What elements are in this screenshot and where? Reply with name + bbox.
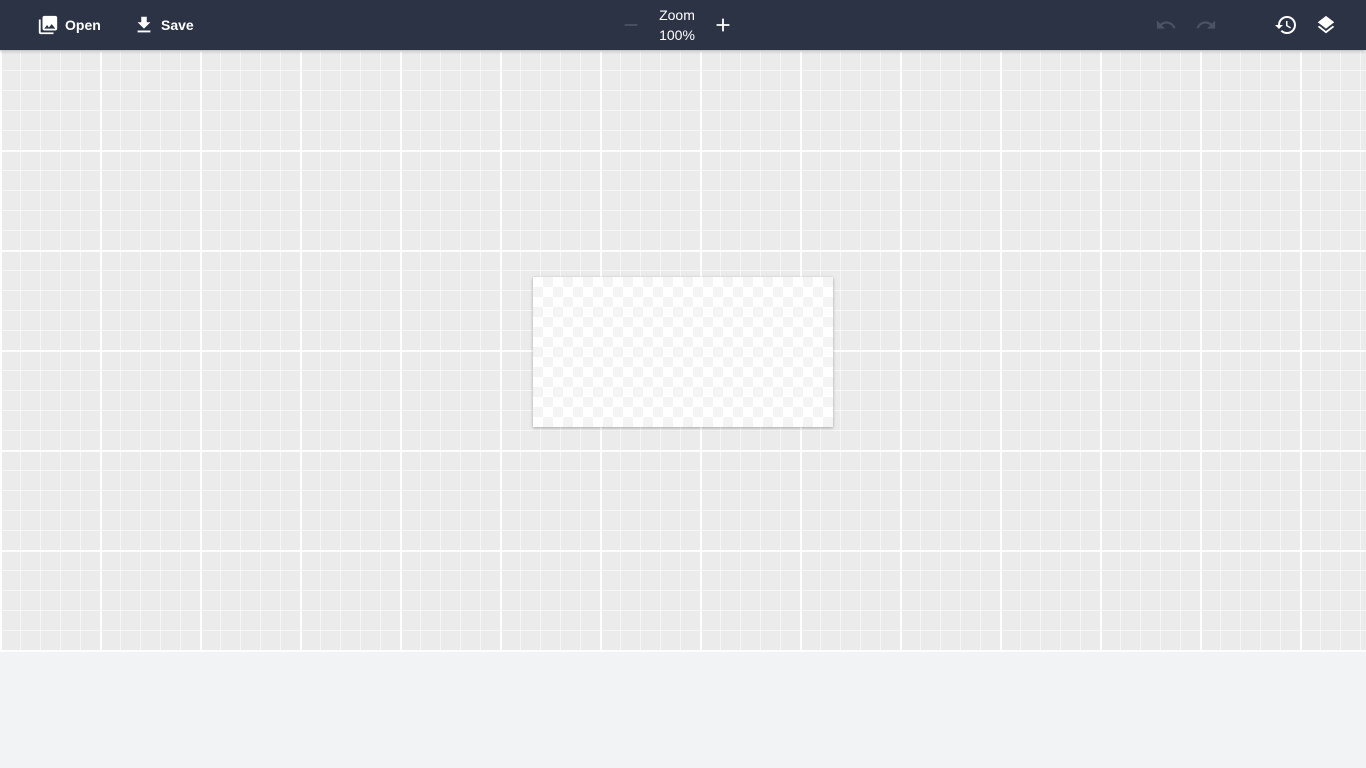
open-button[interactable]: Open <box>37 0 101 50</box>
plus-icon <box>712 14 734 36</box>
layers-button[interactable] <box>1314 0 1338 50</box>
undo-icon <box>1155 14 1177 36</box>
redo-button[interactable] <box>1194 0 1218 50</box>
redo-icon <box>1195 14 1217 36</box>
save-button[interactable]: Save <box>133 0 194 50</box>
download-icon <box>133 14 155 36</box>
image-canvas[interactable] <box>533 277 833 427</box>
top-toolbar: Open Save Zoom 100% <box>0 0 1366 50</box>
history-button[interactable] <box>1274 0 1298 50</box>
zoom-readout: Zoom 100% <box>647 5 707 45</box>
layers-icon <box>1315 14 1337 36</box>
open-button-label: Open <box>65 17 101 33</box>
zoom-label: Zoom <box>659 7 695 23</box>
minus-icon <box>620 14 642 36</box>
history-icon <box>1274 13 1298 37</box>
image-library-icon <box>37 14 59 36</box>
zoom-value: 100% <box>659 27 695 43</box>
zoom-in-button[interactable] <box>711 0 735 50</box>
save-button-label: Save <box>161 17 194 33</box>
zoom-out-button[interactable] <box>619 0 643 50</box>
bottom-panel <box>0 652 1366 768</box>
undo-button[interactable] <box>1154 0 1178 50</box>
